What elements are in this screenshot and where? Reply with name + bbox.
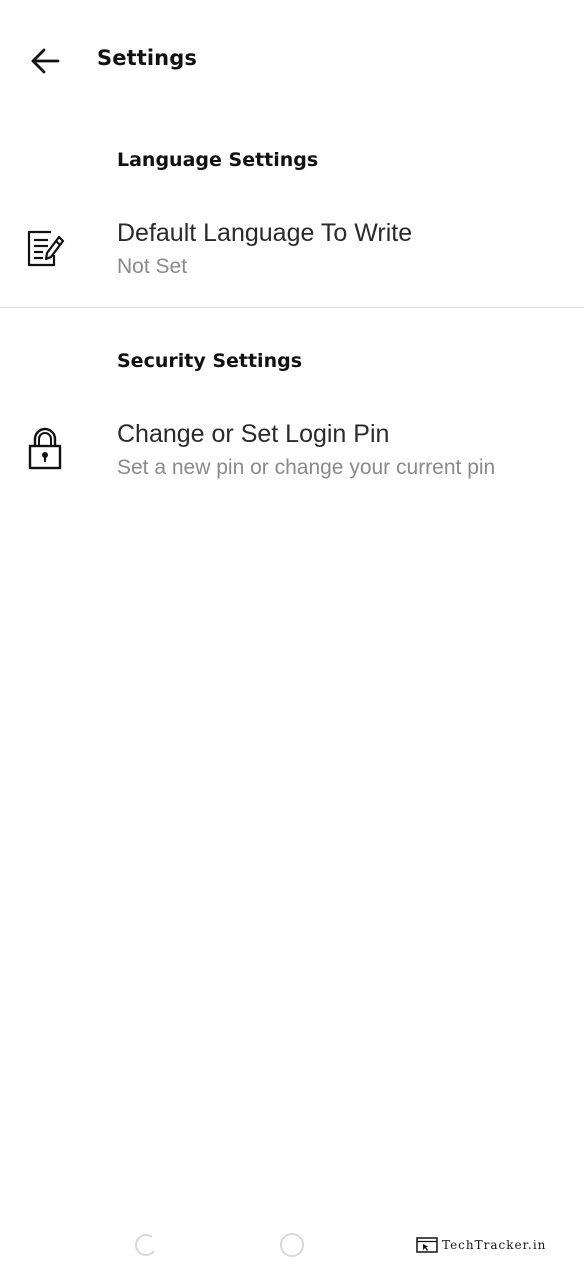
browser-cursor-icon	[416, 1237, 438, 1253]
page-title: Settings	[97, 46, 197, 70]
recent-apps-button[interactable]	[133, 1232, 159, 1258]
login-pin-setting[interactable]: Change or Set Login Pin Set a new pin or…	[0, 406, 584, 494]
section-header-language: Language Settings	[117, 149, 319, 171]
home-button[interactable]	[278, 1231, 306, 1259]
setting-summary: Set a new pin or change your current pin	[117, 456, 496, 479]
setting-title: Change or Set Login Pin	[117, 420, 390, 448]
watermark: TechTracker.in	[416, 1234, 546, 1256]
setting-summary: Not Set	[117, 255, 188, 278]
divider	[0, 307, 584, 308]
section-header-security: Security Settings	[117, 350, 303, 372]
watermark-text: TechTracker.in	[442, 1238, 547, 1252]
setting-title: Default Language To Write	[117, 219, 413, 247]
arrow-left-icon	[31, 48, 60, 74]
default-language-setting[interactable]: Default Language To Write Not Set	[0, 205, 584, 293]
lock-icon	[22, 426, 68, 472]
recent-apps-icon	[135, 1234, 155, 1256]
back-button[interactable]	[22, 40, 68, 82]
note-edit-icon	[22, 225, 68, 271]
home-icon	[280, 1233, 304, 1257]
system-nav-bar: TechTracker.in	[0, 1212, 584, 1280]
app-bar: Settings	[0, 0, 584, 122]
